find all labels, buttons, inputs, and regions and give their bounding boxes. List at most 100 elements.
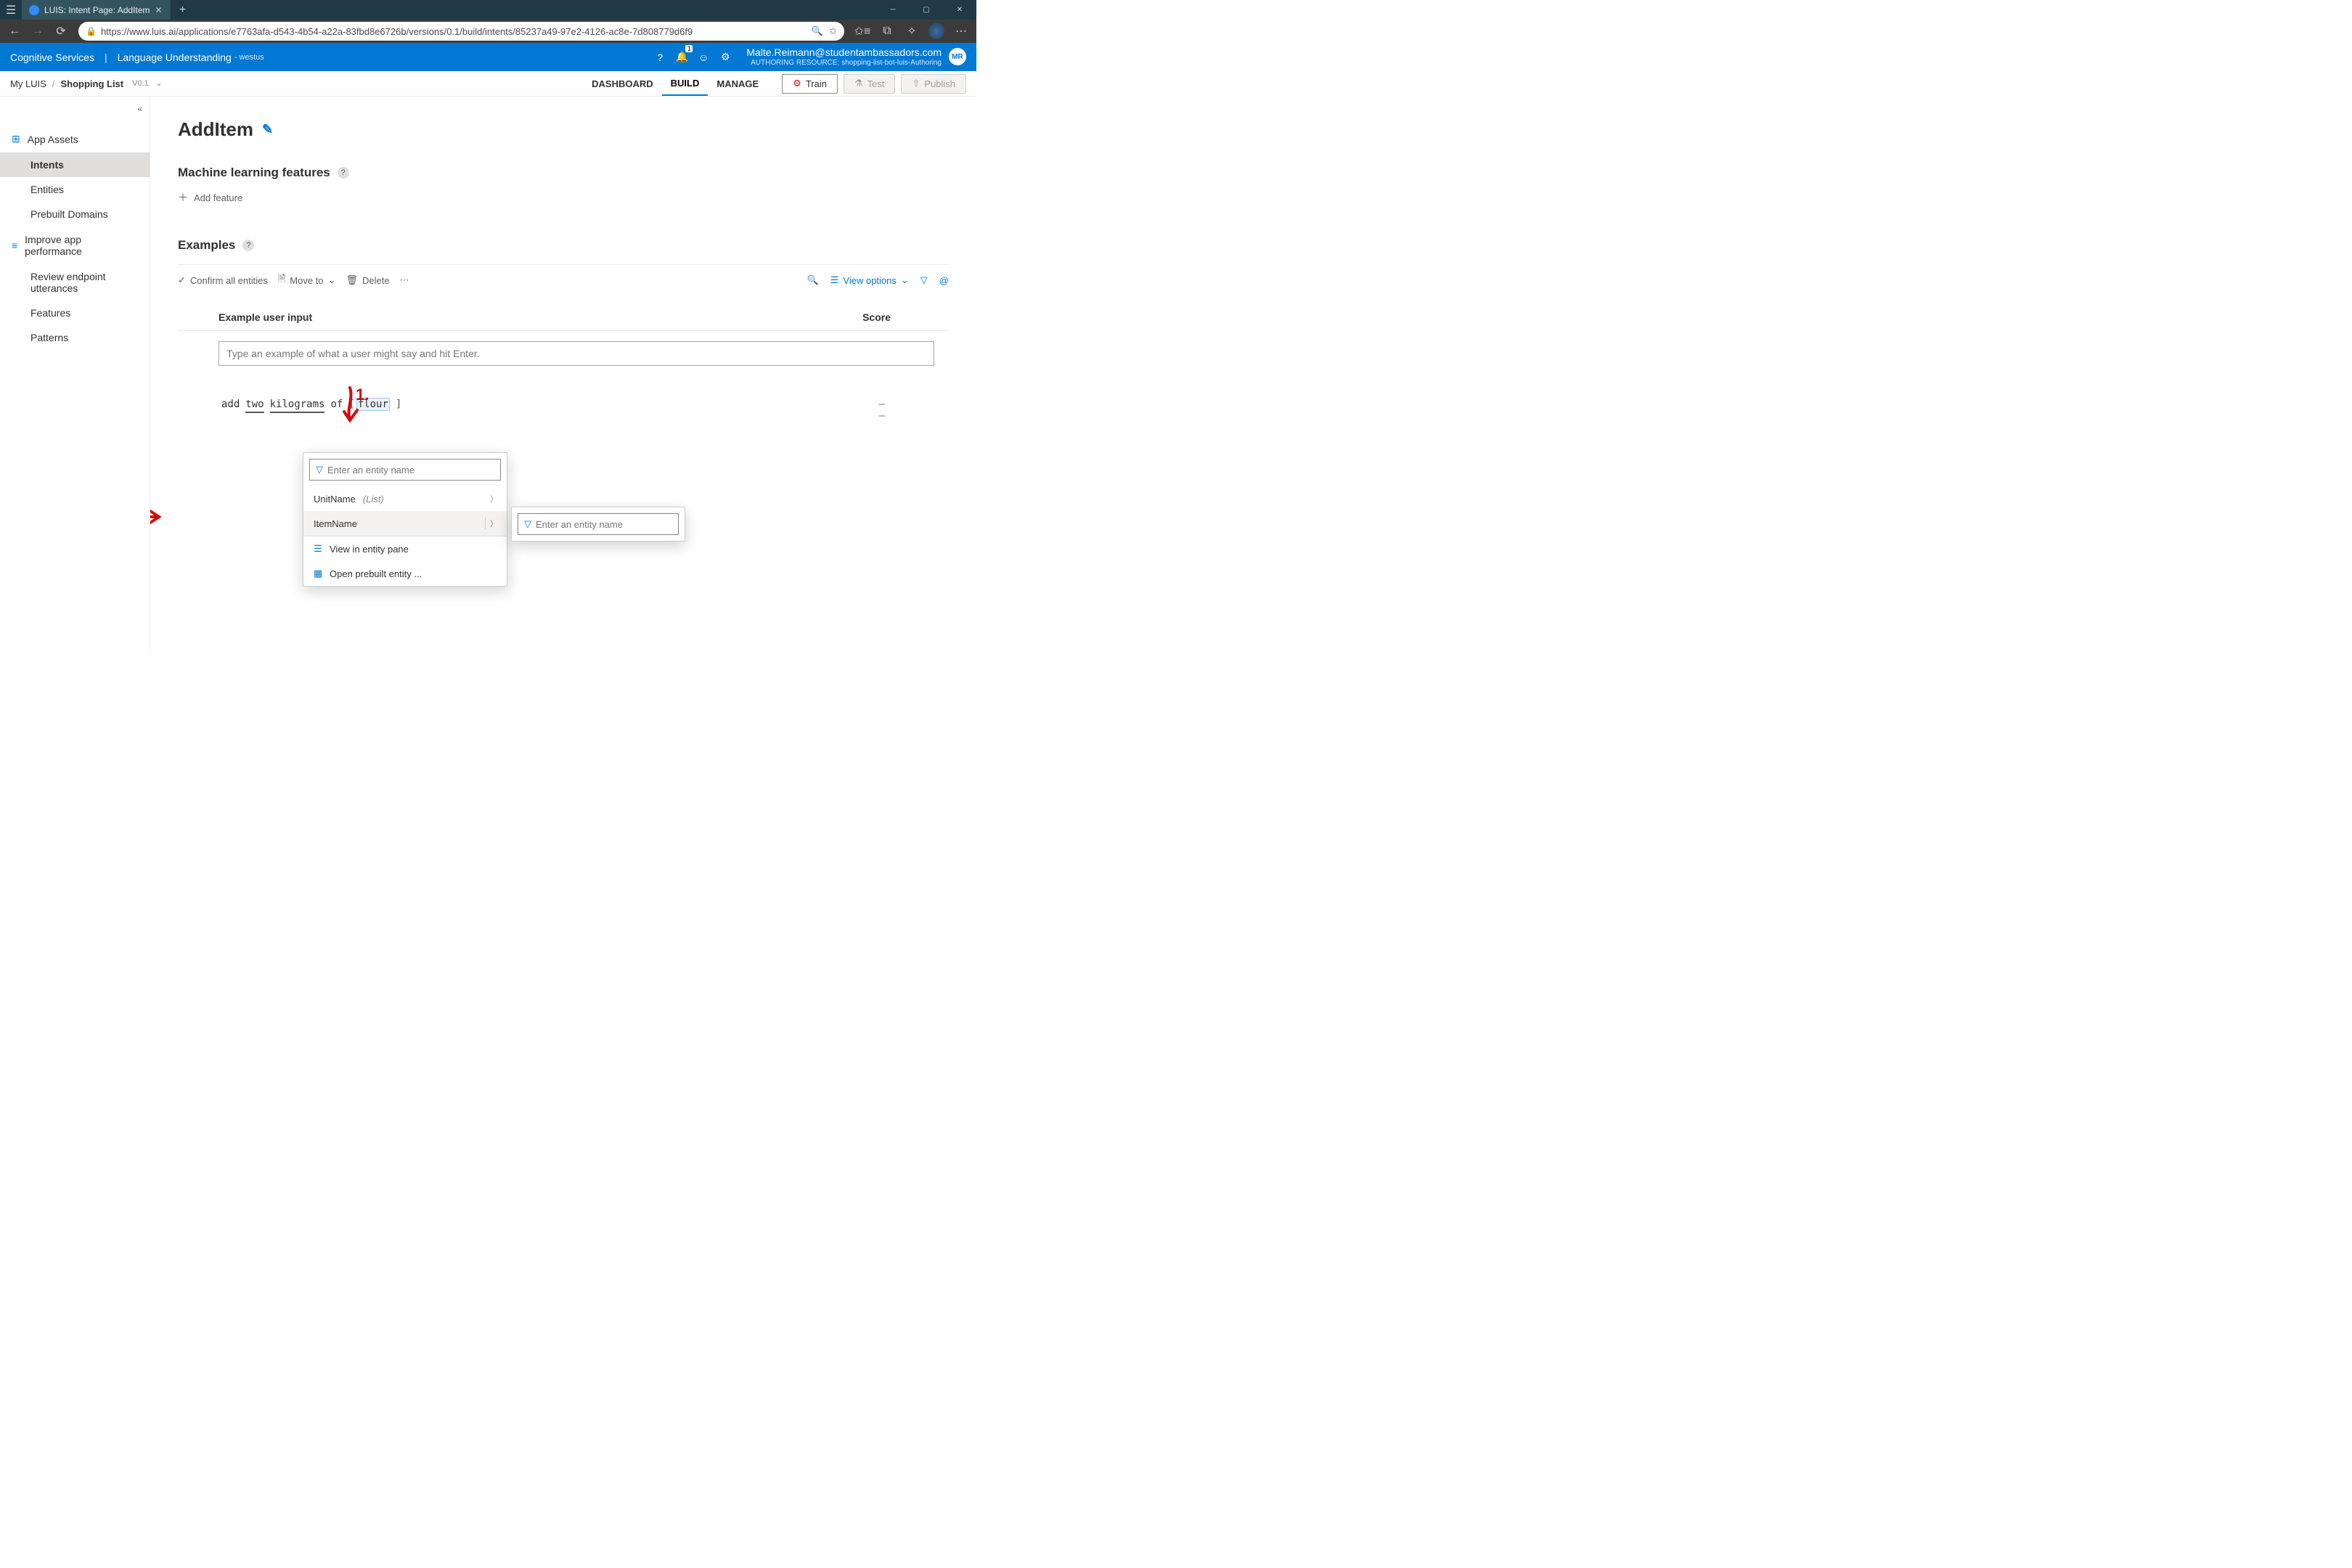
- view-options-button[interactable]: ☰View options⌄: [830, 274, 909, 286]
- move-icon: 🗎: [278, 272, 285, 288]
- app-menu-icon[interactable]: ☰: [0, 0, 22, 20]
- add-feature-button[interactable]: ＋ Add feature: [178, 190, 949, 205]
- sidebar-item-intents[interactable]: Intents: [0, 152, 150, 177]
- sidebar-item-review[interactable]: Review endpoint utterances: [0, 264, 150, 301]
- filter-icon[interactable]: ▽: [920, 274, 928, 286]
- new-tab-button[interactable]: +: [171, 0, 195, 20]
- chevron-down-icon[interactable]: ⌄: [156, 80, 162, 88]
- settings-icon[interactable]: ⚙: [714, 46, 736, 68]
- examples-table-header: Example user input Score: [178, 303, 949, 331]
- plus-icon: ＋: [178, 190, 188, 205]
- tune-icon: ≡: [12, 240, 17, 251]
- nav-refresh-icon[interactable]: ⟳: [51, 21, 71, 41]
- delete-button[interactable]: 🗑Delete: [346, 274, 389, 286]
- more-actions-button[interactable]: ⋯: [400, 274, 409, 286]
- list-icon: ☰: [830, 274, 839, 286]
- breadcrumb-root[interactable]: My LUIS: [10, 78, 46, 89]
- app-header: Cognitive Services | Language Understand…: [0, 43, 976, 71]
- notification-icon[interactable]: 🔔1: [671, 46, 693, 68]
- url-input[interactable]: 🔒 https://www.luis.ai/applications/e7763…: [78, 22, 844, 41]
- window-close[interactable]: ✕: [943, 0, 976, 20]
- profile-avatar[interactable]: [926, 21, 947, 41]
- grid-icon: ▦: [314, 568, 324, 579]
- list-icon: ☰: [314, 543, 324, 555]
- address-bar: ← → ⟳ 🔒 https://www.luis.ai/applications…: [0, 20, 976, 43]
- sidebar-item-entities[interactable]: Entities: [0, 177, 150, 202]
- nav-forward-icon[interactable]: →: [28, 21, 48, 41]
- notification-badge: 1: [685, 45, 693, 52]
- window-minimize[interactable]: ─: [876, 0, 910, 20]
- page-title: AddItem ✎: [178, 118, 949, 141]
- help-icon[interactable]: ?: [338, 167, 349, 179]
- favorites-bar-icon[interactable]: ✩≡: [852, 21, 873, 41]
- check-icon: ✓: [178, 274, 186, 286]
- open-prebuilt-entity[interactable]: ▦ Open prebuilt entity ...: [303, 561, 507, 586]
- sidebar-item-patterns[interactable]: Patterns: [0, 325, 150, 350]
- product-name: Language Understanding: [118, 52, 232, 63]
- token-add[interactable]: add: [221, 399, 240, 410]
- token-flour-entity[interactable]: flour: [358, 399, 388, 410]
- flask-icon: ⚗: [854, 78, 863, 89]
- breadcrumb-version[interactable]: V0.1: [132, 79, 149, 88]
- sidebar-section-app-assets[interactable]: ⊞ App Assets: [0, 126, 150, 152]
- sub-entity-filter-input[interactable]: ▽ Enter an entity name: [518, 513, 679, 535]
- edit-title-icon[interactable]: ✎: [262, 122, 273, 137]
- entity-option-itemname[interactable]: ItemName 〉: [303, 511, 507, 536]
- test-button[interactable]: ⚗ Test: [844, 74, 896, 94]
- train-status-icon: ⚙: [793, 78, 801, 89]
- tab-close-icon[interactable]: ✕: [155, 5, 162, 15]
- move-to-button[interactable]: 🗎Move to⌄: [278, 272, 336, 288]
- extensions-icon[interactable]: ✧: [901, 21, 923, 41]
- url-text: https://www.luis.ai/applications/e7763af…: [101, 26, 693, 37]
- publish-button[interactable]: ⇧ Publish: [901, 74, 966, 94]
- row-more-icon[interactable]: ——: [879, 399, 883, 422]
- collapse-sidebar-icon[interactable]: «: [137, 104, 142, 114]
- breadcrumb-app[interactable]: Shopping List: [60, 78, 123, 89]
- window-titlebar: ☰ LUIS: Intent Page: AddItem ✕ + ─ ▢ ✕: [0, 0, 976, 20]
- example-utterance-input[interactable]: Type an example of what a user might say…: [219, 341, 934, 366]
- tab-build[interactable]: BUILD: [662, 71, 709, 96]
- token-kilograms[interactable]: kilograms: [270, 399, 325, 410]
- breadcrumb: My LUIS / Shopping List V0.1 ⌄: [10, 78, 162, 89]
- nav-back-icon[interactable]: ←: [4, 21, 25, 41]
- browser-menu-icon[interactable]: ⋯: [950, 21, 972, 41]
- section-ml-features: Machine learning features ?: [178, 166, 949, 180]
- filter-icon: ▽: [524, 518, 531, 530]
- train-button[interactable]: ⚙ Train: [782, 74, 838, 94]
- help-icon[interactable]: ?: [242, 240, 254, 251]
- entity-filter-input[interactable]: ▽ Enter an entity name: [309, 459, 501, 481]
- view-in-entity-pane[interactable]: ☰ View in entity pane: [303, 536, 507, 561]
- sidebar-section-improve[interactable]: ≡ Improve app performance: [0, 226, 150, 264]
- token-two[interactable]: two: [245, 399, 264, 410]
- confirm-entities-button[interactable]: ✓Confirm all entities: [178, 274, 268, 286]
- chevron-right-icon: 〉: [485, 518, 498, 529]
- feedback-icon[interactable]: ☺: [693, 46, 714, 68]
- trash-icon: 🗑: [346, 274, 358, 286]
- sidebar-item-features[interactable]: Features: [0, 301, 150, 325]
- account-area[interactable]: Malte.Reimann@studentambassadors.com AUT…: [746, 46, 966, 68]
- tab-dashboard[interactable]: DASHBOARD: [583, 71, 662, 96]
- browser-chrome: ☰ LUIS: Intent Page: AddItem ✕ + ─ ▢ ✕ ←…: [0, 0, 976, 43]
- help-icon[interactable]: ?: [649, 46, 671, 68]
- collections-icon[interactable]: ⧉: [876, 21, 898, 41]
- filter-icon: ▽: [316, 464, 323, 475]
- token-of[interactable]: of: [330, 399, 343, 410]
- tab-manage[interactable]: MANAGE: [708, 71, 767, 96]
- sidebar-item-prebuilt[interactable]: Prebuilt Domains: [0, 202, 150, 226]
- brand-link[interactable]: Cognitive Services: [10, 52, 94, 63]
- lock-icon: 🔒: [86, 26, 97, 36]
- utterance-row[interactable]: add two kilograms of [ flour ] ——: [221, 398, 949, 422]
- user-email: Malte.Reimann@studentambassadors.com: [746, 46, 942, 59]
- browser-tab[interactable]: LUIS: Intent Page: AddItem ✕: [22, 0, 170, 20]
- col-input-header: Example user input: [219, 311, 312, 323]
- annotation-arrow-2: [150, 501, 172, 537]
- mention-icon[interactable]: @: [939, 275, 949, 286]
- tab-title: LUIS: Intent Page: AddItem: [44, 5, 150, 15]
- window-maximize[interactable]: ▢: [910, 0, 943, 20]
- chevron-right-icon: 〉: [490, 493, 498, 505]
- favorite-icon[interactable]: ✩: [829, 25, 837, 37]
- secondary-nav: My LUIS / Shopping List V0.1 ⌄ DASHBOARD…: [0, 71, 976, 97]
- zoom-icon[interactable]: 🔍: [812, 25, 823, 37]
- entity-option-unitname[interactable]: UnitName (List) 〉: [303, 486, 507, 511]
- search-icon[interactable]: 🔍: [807, 274, 819, 286]
